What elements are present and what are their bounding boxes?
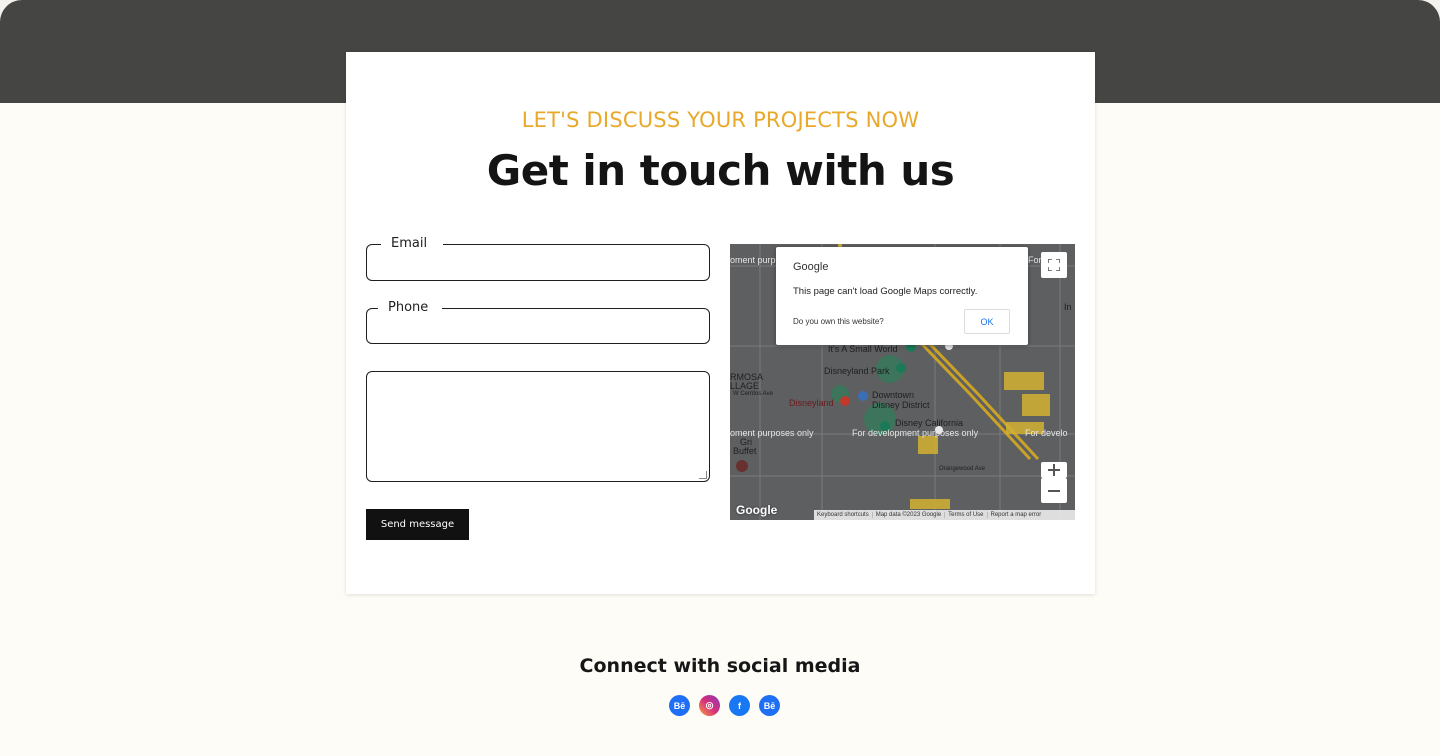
zoom-out-button[interactable] <box>1041 478 1067 503</box>
map-data-text: Map data ©2023 Google <box>871 512 944 518</box>
map-label-orangewood: Orangewood Ave <box>939 466 985 472</box>
map-label-small-world: It's A Small World <box>828 344 898 354</box>
message-field[interactable] <box>366 371 710 482</box>
resize-handle[interactable] <box>699 471 707 479</box>
social-heading: Connect with social media <box>579 655 861 677</box>
terms-link[interactable]: Terms of Use <box>944 512 986 518</box>
plus-icon <box>1048 464 1060 476</box>
dialog-message: This page can't load Google Maps correct… <box>793 286 978 297</box>
map-label-cerritos: W Cerritos Ave <box>733 391 773 397</box>
fullscreen-icon <box>1048 259 1060 271</box>
dialog-ok-button[interactable]: OK <box>964 309 1010 334</box>
contact-card: LET'S DISCUSS YOUR PROJECTS NOW Get in t… <box>346 52 1095 594</box>
zoom-in-button[interactable] <box>1041 462 1067 478</box>
page-frame: LET'S DISCUSS YOUR PROJECTS NOW Get in t… <box>0 0 1440 756</box>
map-error-dialog: Google This page can't load Google Maps … <box>776 247 1028 345</box>
map-label-buffet: Buffet <box>733 446 757 456</box>
email-label: Email <box>381 236 444 251</box>
map-label-dev-right: For develo <box>1025 428 1068 438</box>
report-error-link[interactable]: Report a map error <box>986 512 1045 518</box>
map-label-disneyland: Disneyland <box>789 398 834 408</box>
fullscreen-button[interactable] <box>1041 252 1067 278</box>
section-kicker: LET'S DISCUSS YOUR PROJECTS NOW <box>521 108 920 132</box>
map-label-district: Disney District <box>872 400 930 410</box>
map-label-village: LLAGE <box>730 381 760 391</box>
dialog-brand: Google <box>793 261 829 273</box>
map-attribution: Keyboard shortcuts Map data ©2023 Google… <box>814 510 1075 520</box>
social-links: Bē ◎ f Bē <box>669 695 780 716</box>
send-message-button[interactable]: Send message <box>366 509 469 540</box>
phone-field[interactable]: Phone <box>366 300 710 344</box>
email-field[interactable]: Email <box>366 236 710 281</box>
map-label-downtown: Downtown <box>872 390 915 400</box>
page-title: Get in touch with us <box>486 146 955 195</box>
own-website-link[interactable]: Do you own this website? <box>793 317 884 326</box>
facebook-icon[interactable]: f <box>729 695 750 716</box>
map-label-inn: In <box>1064 302 1072 312</box>
map-label-disney-california: Disney California <box>895 418 964 428</box>
behance-icon[interactable]: Bē <box>759 695 780 716</box>
behance-icon[interactable]: Bē <box>669 695 690 716</box>
keyboard-shortcuts-link[interactable]: Keyboard shortcuts <box>814 512 872 518</box>
map-label-dev-top-left: oment purp <box>730 255 776 265</box>
minus-icon <box>1048 489 1060 492</box>
map-label-dev-mid: For development purposes only <box>852 428 979 438</box>
map-label-disneyland-park: Disneyland Park <box>824 366 890 376</box>
google-logo: Google <box>736 503 778 517</box>
map-label-dev-top-right: For <box>1028 255 1042 265</box>
instagram-icon[interactable]: ◎ <box>699 695 720 716</box>
phone-label: Phone <box>378 300 443 315</box>
message-textarea[interactable] <box>367 372 709 481</box>
map-embed[interactable]: oment purp For It's A Small World Disney… <box>730 244 1075 520</box>
